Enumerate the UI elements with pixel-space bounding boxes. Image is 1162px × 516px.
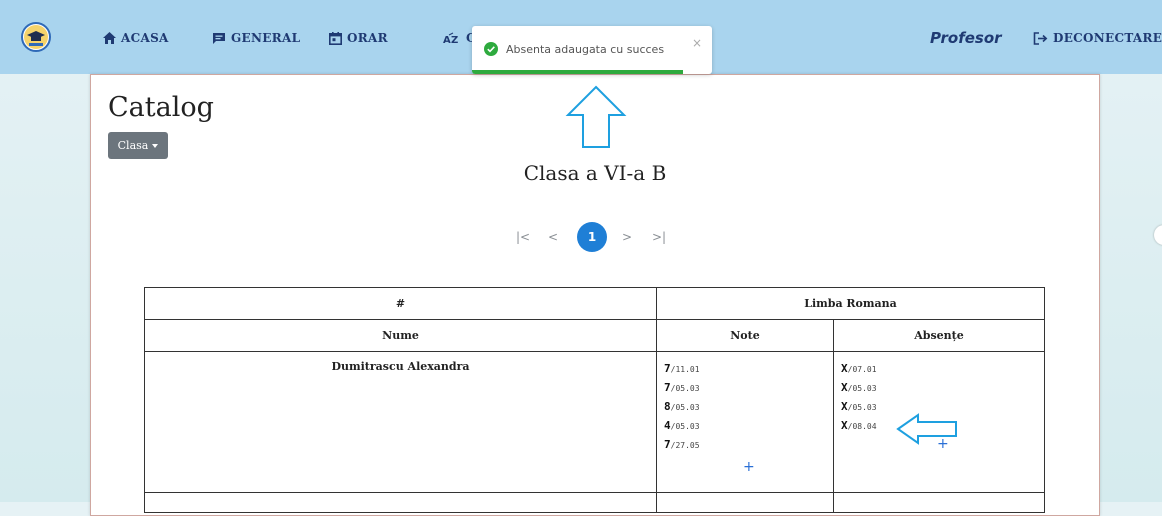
side-toggle-button[interactable] — [1154, 225, 1162, 245]
grade-entry[interactable]: 7/11.01 — [664, 362, 833, 381]
student-name: Dumitrascu Alexandra — [144, 351, 657, 493]
nav-general[interactable]: GENERAL — [212, 31, 300, 45]
pagination: |< < 1 > >| — [511, 222, 681, 252]
calendar-icon — [329, 31, 342, 45]
grades-cell: 7/11.01 7/05.03 8/05.03 4/05.03 7/27.05 … — [656, 351, 834, 493]
class-heading: Clasa a VI-a B — [523, 161, 667, 185]
header-absences: Absențe — [833, 319, 1045, 352]
next-page-button[interactable]: > — [615, 222, 639, 252]
prev-page-button[interactable]: < — [541, 222, 565, 252]
nav-general-label: GENERAL — [231, 31, 301, 45]
class-dropdown-button[interactable]: Clasa — [108, 132, 168, 159]
annotation-arrow-up-icon — [565, 85, 627, 148]
sort-az-icon: AZ — [443, 32, 459, 45]
header-grades: Note — [656, 319, 834, 352]
nav-catalog[interactable]: AZ C — [443, 31, 476, 45]
grade-entry[interactable]: 8/05.03 — [664, 400, 833, 419]
home-icon — [103, 32, 116, 44]
absence-entry[interactable]: X/05.03 — [841, 381, 1044, 400]
success-toast: Absenta adaugata cu succes × — [472, 26, 712, 74]
page-title: Catalog — [108, 92, 214, 123]
table-row — [144, 492, 1045, 513]
check-circle-icon — [484, 42, 498, 56]
svg-text:Z: Z — [451, 35, 459, 45]
catalog-card: Catalog Clasa Clasa a VI-a B |< < 1 > >|… — [90, 74, 1100, 516]
logout-icon — [1033, 31, 1048, 45]
logout-label: DECONECTARE — [1053, 31, 1162, 45]
empty-cell — [144, 492, 657, 513]
empty-cell — [833, 492, 1045, 513]
add-grade-button[interactable]: + — [743, 459, 755, 475]
caret-down-icon — [152, 143, 159, 148]
toast-progress-bar — [472, 70, 684, 74]
grade-entry[interactable]: 7/05.03 — [664, 381, 833, 400]
annotation-arrow-left-icon — [896, 413, 957, 445]
nav-acasa[interactable]: ACASA — [103, 31, 169, 45]
toast-message: Absenta adaugata cu succes — [506, 43, 665, 56]
catalog-table: # Limba Romana Nume Note Absențe Dumitra… — [144, 287, 1045, 513]
nav-acasa-label: ACASA — [121, 31, 169, 45]
first-page-button[interactable]: |< — [511, 222, 535, 252]
header-subject: Limba Romana — [656, 287, 1045, 320]
user-role[interactable]: Profesor — [930, 29, 1002, 47]
nav-orar-label: ORAR — [347, 31, 388, 45]
catalog-table-wrap: # Limba Romana Nume Note Absențe Dumitra… — [144, 287, 1045, 513]
empty-cell — [656, 492, 834, 513]
current-page-button[interactable]: 1 — [577, 222, 607, 252]
logout-button[interactable]: DECONECTARE — [1033, 31, 1162, 45]
last-page-button[interactable]: >| — [647, 222, 671, 252]
header-name: Nume — [144, 319, 657, 352]
grade-entry[interactable]: 7/27.05 — [664, 438, 833, 457]
absence-entry[interactable]: X/07.01 — [841, 362, 1044, 381]
school-logo[interactable] — [21, 22, 51, 52]
svg-text:A: A — [443, 35, 451, 45]
grade-entry[interactable]: 4/05.03 — [664, 419, 833, 438]
close-icon[interactable]: × — [692, 36, 702, 50]
class-dropdown-label: Clasa — [117, 139, 149, 152]
nav-orar[interactable]: ORAR — [329, 31, 388, 45]
header-hash: # — [144, 287, 657, 320]
chat-icon — [213, 32, 225, 44]
